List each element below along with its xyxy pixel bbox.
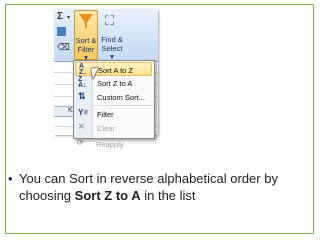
find-select-label-1: Find & [101,35,123,44]
slide: Σ ▾ ⌫ Sort & Filter ▾ ⛶ Find & Select ▾ … [0,0,320,240]
custom-sort-icon: ⇅ [78,91,86,101]
menu-item-label: Clear [97,124,115,133]
caption-bold: Sort Z to A [74,188,141,203]
mouse-cursor-icon [91,67,100,80]
find-select-label-2: Select ▾ [101,44,123,61]
clear-icon[interactable]: ⌫ [57,42,70,52]
menu-item-reapply[interactable]: ⟳ Reapply [74,137,151,151]
menu-item-label: Reapply [96,140,124,149]
fill-icon[interactable] [57,27,66,36]
funnel-stem [85,23,87,28]
caption: • You can Sort in reverse alphabetical o… [8,170,308,204]
menu-item-label: Custom Sort... [97,93,145,102]
clear-filter-icon: ✕ [78,122,85,131]
menu-item-filter[interactable]: Y= Filter [75,107,152,121]
caption-text-after: in the list [140,188,196,203]
menu-item-custom-sort[interactable]: ⇅ Custom Sort... [75,90,152,104]
menu-item-label: Sort A to Z [98,66,134,75]
column-header-label: K [68,107,73,114]
sort-filter-label-1: Sort & [75,36,97,45]
sort-filter-menu: A Z↓ Sort A to Z Z A↓ Sort Z to A ⇅ Custom… [73,60,155,139]
bullet: • [8,171,13,186]
caption-text: You can Sort in reverse alphabetical ord… [8,170,308,204]
menu-item-label: Filter [97,110,114,119]
menu-separator [93,105,153,106]
filter-icon: Y= [78,108,89,117]
find-select-button[interactable]: ⛶ Find & Select ▾ [99,10,125,61]
sort-filter-button[interactable]: Sort & Filter ▾ [74,10,98,62]
sort-z-to-a-icon: Z A↓ [78,76,87,89]
reapply-icon: ⟳ [77,138,84,147]
menu-item-sort-z-to-a[interactable]: Z A↓ Sort Z to A [75,76,152,90]
sort-a-to-z-icon: A Z↓ [79,63,87,76]
menu-item-sort-a-to-z[interactable]: A Z↓ Sort A to Z [75,62,152,76]
sum-icon[interactable]: Σ [57,12,63,22]
binoculars-icon: ⛶ [105,13,115,28]
ribbon: Σ ▾ ⌫ Sort & Filter ▾ ⛶ Find & Select ▾ [54,9,158,62]
menu-item-label: Sort Z to A [97,79,133,88]
menu-item-clear[interactable]: ✕ Clear [75,121,152,135]
dropdown-arrow-icon[interactable]: ▾ [67,13,70,23]
